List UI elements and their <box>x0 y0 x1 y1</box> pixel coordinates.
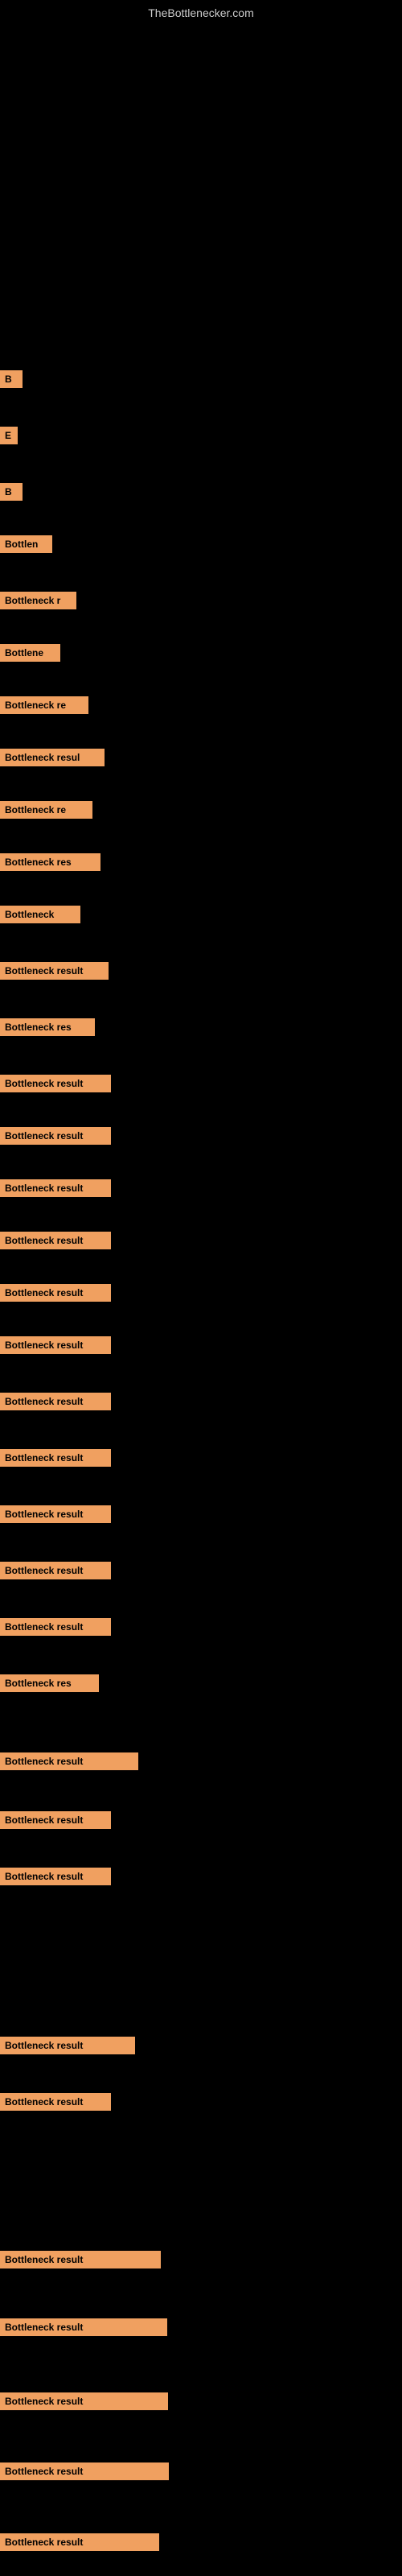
bottleneck-bar: Bottleneck <box>0 906 80 923</box>
bottleneck-bar: Bottleneck result <box>0 1336 111 1354</box>
bottleneck-bar: Bottleneck re <box>0 801 92 819</box>
bottleneck-bar: Bottleneck res <box>0 1018 95 1036</box>
bottleneck-bar: Bottleneck result <box>0 1393 111 1410</box>
bottleneck-bar: Bottlene <box>0 644 60 662</box>
bottleneck-bar: Bottleneck result <box>0 1284 111 1302</box>
bottleneck-bar: Bottleneck result <box>0 1811 111 1829</box>
bottleneck-bar: Bottleneck result <box>0 1179 111 1197</box>
bottleneck-bar: Bottleneck result <box>0 2392 168 2410</box>
bottleneck-bar: Bottleneck res <box>0 1674 99 1692</box>
bottleneck-bar: Bottleneck result <box>0 1868 111 1885</box>
bottleneck-bar: Bottleneck result <box>0 2318 167 2336</box>
bottleneck-bar: Bottleneck result <box>0 1232 111 1249</box>
bottleneck-bar: Bottleneck result <box>0 1449 111 1467</box>
bottleneck-bar: Bottleneck result <box>0 1505 111 1523</box>
bottleneck-bar: Bottleneck result <box>0 1127 111 1145</box>
bottleneck-bar: Bottleneck result <box>0 1562 111 1579</box>
bottleneck-bar: Bottleneck res <box>0 853 100 871</box>
bottleneck-bar: B <box>0 370 23 388</box>
site-title: TheBottlenecker.com <box>0 0 402 23</box>
bottleneck-bar: Bottleneck re <box>0 696 88 714</box>
bottleneck-bar: Bottleneck r <box>0 592 76 609</box>
bottleneck-bar: Bottleneck result <box>0 2093 111 2111</box>
bottleneck-bar: Bottleneck result <box>0 2462 169 2480</box>
bottleneck-bar: Bottleneck result <box>0 962 109 980</box>
bottleneck-bar: Bottleneck result <box>0 1075 111 1092</box>
bottleneck-bar: Bottleneck result <box>0 1752 138 1770</box>
bottleneck-bar: B <box>0 483 23 501</box>
bottleneck-bar: Bottleneck result <box>0 2037 135 2054</box>
bottleneck-bar: E <box>0 427 18 444</box>
bottleneck-bar: Bottlen <box>0 535 52 553</box>
bottleneck-bar: Bottleneck result <box>0 2533 159 2551</box>
bottleneck-bar: Bottleneck resul <box>0 749 105 766</box>
bottleneck-bar: Bottleneck result <box>0 2251 161 2268</box>
bottleneck-bar: Bottleneck result <box>0 1618 111 1636</box>
